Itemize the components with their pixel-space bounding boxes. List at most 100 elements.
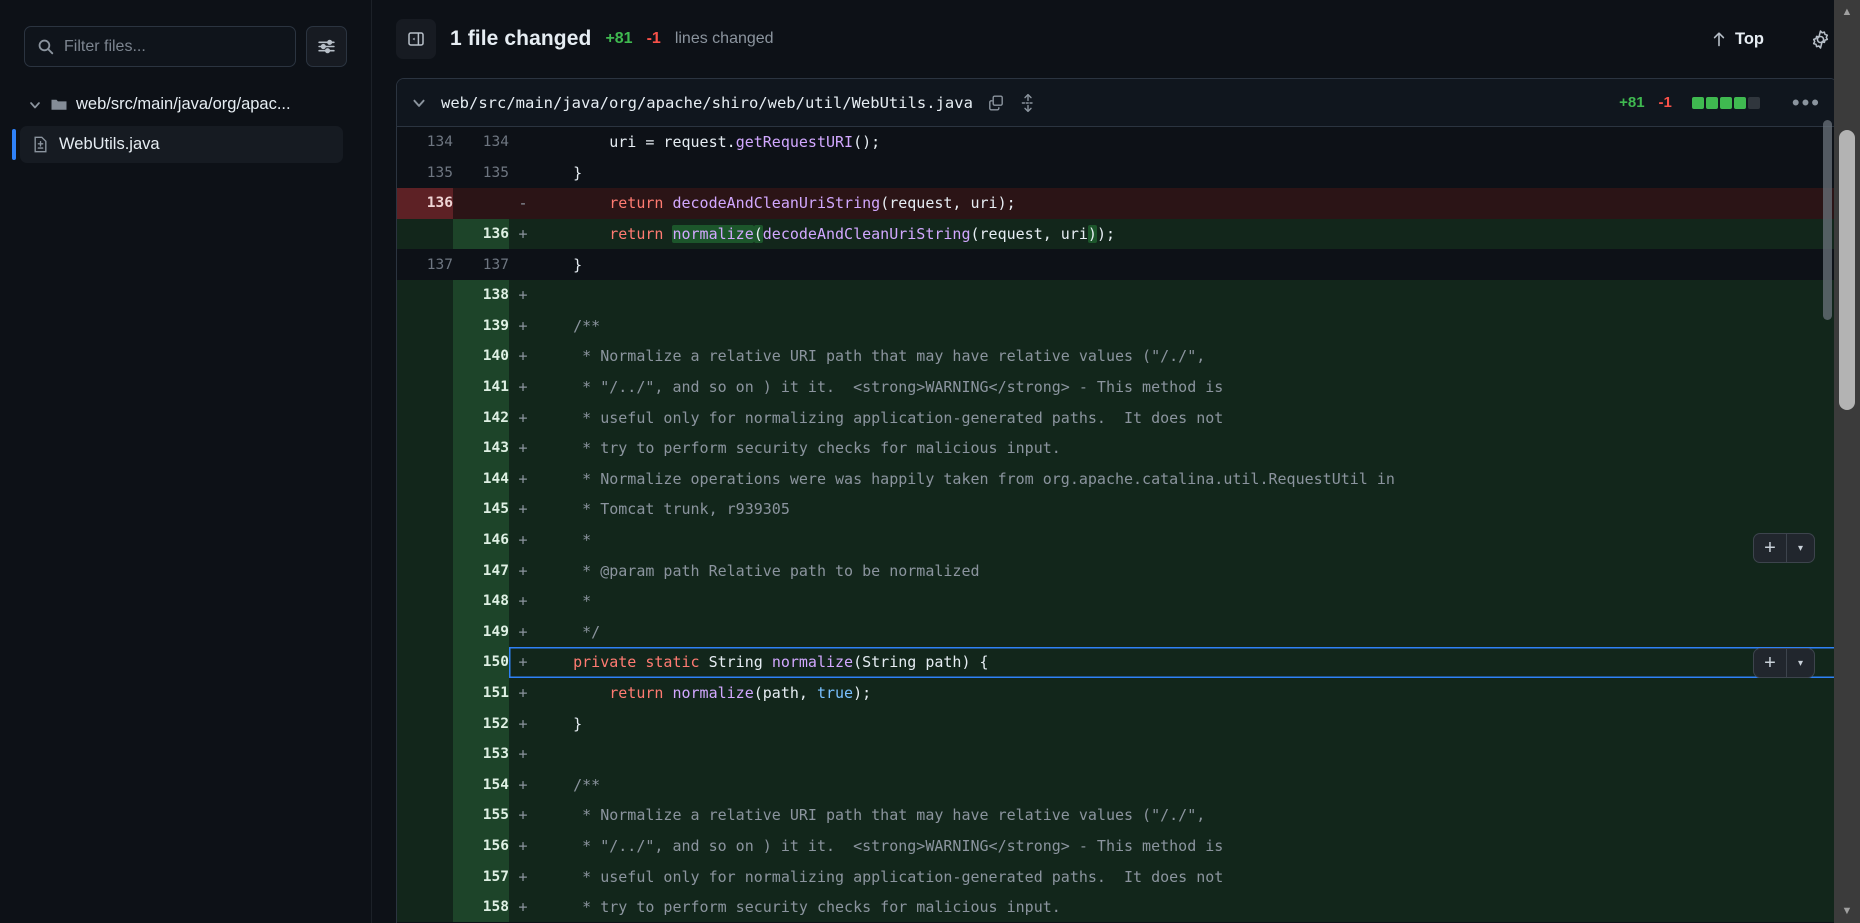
sliders-icon — [317, 37, 336, 56]
diff-line-row[interactable]: 134 134 uri = request.getRequestURI(); — [397, 127, 1837, 158]
diff-code-cell[interactable]: * useful only for normalizing applicatio… — [537, 402, 1837, 433]
tree-folder-row[interactable]: web/src/main/java/org/apac... — [0, 89, 371, 120]
diff-line-row[interactable]: 151 + return normalize(path, true); — [397, 677, 1837, 709]
scrollbar-down-arrow-icon[interactable]: ▼ — [1834, 899, 1860, 923]
diff-code-cell[interactable]: * "/../", and so on ) it it. <strong>WAR… — [537, 830, 1837, 862]
diff-line-row[interactable]: 147 + * @param path Relative path to be n… — [397, 555, 1837, 586]
add-comment-dropdown-icon[interactable]: ▾ — [1786, 534, 1814, 562]
diff-line-row[interactable]: 154 + /** — [397, 769, 1837, 801]
diff-line-row[interactable]: 152 + } — [397, 708, 1837, 739]
scrollbar-up-arrow-icon[interactable]: ▲ — [1834, 0, 1860, 24]
diff-code-cell[interactable]: * — [537, 524, 1837, 556]
sidebar-toggle-button[interactable] — [396, 19, 436, 59]
diff-code-cell[interactable]: uri = request.getRequestURI(); — [537, 127, 1837, 158]
diff-line-row[interactable]: 136 + return normalize(decodeAndCleanUriS… — [397, 218, 1837, 250]
diff-code-cell[interactable]: /** — [537, 310, 1837, 342]
diff-line-row[interactable]: 158 + * try to perform security checks fo… — [397, 891, 1837, 923]
diff-line-row[interactable]: 139 + /** — [397, 310, 1837, 342]
diff-line-row[interactable]: 153 + — [397, 738, 1837, 770]
file-diff-icon — [32, 136, 49, 153]
diff-code-cell[interactable]: * — [537, 585, 1837, 617]
window-scrollbar-thumb[interactable] — [1839, 130, 1855, 410]
diff-line-row[interactable]: 143 + * try to perform security checks fo… — [397, 432, 1837, 464]
diff-code-cell[interactable]: return normalize(decodeAndCleanUriString… — [537, 218, 1837, 250]
unfold-icon[interactable] — [1019, 93, 1037, 113]
diff-code-cell[interactable]: * try to perform security checks for mal… — [537, 891, 1837, 923]
diff-code-cell[interactable]: * Normalize a relative URI path that may… — [537, 800, 1837, 831]
copy-icon[interactable] — [987, 94, 1005, 112]
diff-line-row[interactable]: 149 + */ — [397, 616, 1837, 648]
file-filter-settings-button[interactable] — [306, 26, 347, 67]
diff-code-cell[interactable]: return normalize(path, true); — [537, 677, 1837, 709]
add-comment-dropdown-icon[interactable]: ▾ — [1786, 649, 1814, 677]
kebab-icon[interactable]: ••• — [1792, 91, 1821, 113]
diff-code-cell[interactable]: } — [537, 708, 1837, 739]
diff-code-cell[interactable]: * Normalize operations were was happily … — [537, 463, 1837, 495]
diff-line-row[interactable]: 157 + * useful only for normalizing appli… — [397, 861, 1837, 892]
collapse-file-chevron-icon[interactable] — [411, 95, 427, 111]
filter-files-box[interactable] — [24, 26, 296, 67]
diff-line-row[interactable]: 150 + private static String normalize(Str… — [397, 647, 1837, 678]
diff-marker: + — [509, 616, 537, 648]
diff-marker: + — [509, 463, 537, 495]
diff-code-cell[interactable] — [537, 738, 1837, 770]
line-number-new: 139 — [453, 310, 509, 342]
diff-code-cell[interactable]: * @param path Relative path to be normal… — [537, 555, 1837, 586]
diff-code-cell[interactable]: private static String normalize(String p… — [537, 647, 1837, 678]
diff-code-cell[interactable]: } — [537, 157, 1837, 189]
code-token: decodeAndCleanUriString — [762, 225, 971, 244]
diff-line-row[interactable]: 148 + * — [397, 585, 1837, 617]
header-additions: +81 — [605, 30, 633, 47]
add-comment-widget[interactable]: + ▾ — [1753, 533, 1815, 563]
diff-code-cell[interactable]: * "/../", and so on ) it it. <strong>WAR… — [537, 371, 1837, 403]
diff-code-cell[interactable]: } — [537, 249, 1837, 280]
line-number-new: 150 — [453, 647, 509, 678]
diff-code-cell[interactable]: return decodeAndCleanUriString(request, … — [537, 188, 1837, 219]
diff-code-cell[interactable]: * Normalize a relative URI path that may… — [537, 341, 1837, 372]
code-token: * @param path Relative path to be normal… — [537, 561, 980, 580]
diff-marker: + — [509, 891, 537, 923]
tree-file-label: WebUtils.java — [59, 135, 160, 153]
add-comment-widget[interactable]: + ▾ — [1753, 648, 1815, 678]
diff-code-cell[interactable]: /** — [537, 769, 1837, 801]
diff-line-row[interactable]: 140 + * Normalize a relative URI path tha… — [397, 341, 1837, 372]
diff-code-cell[interactable] — [537, 279, 1837, 311]
diff-code-cell[interactable]: */ — [537, 616, 1837, 648]
diff-line-row[interactable]: 141 + * "/../", and so on ) it it. <stron… — [397, 371, 1837, 403]
diff-marker: + — [509, 494, 537, 525]
diff-code-cell[interactable]: * useful only for normalizing applicatio… — [537, 861, 1837, 892]
diff-marker: + — [509, 647, 537, 678]
diff-line-row[interactable]: 145 + * Tomcat trunk, r939305 — [397, 494, 1837, 525]
content-scrollbar-thumb[interactable] — [1823, 120, 1832, 320]
code-token: normalize — [771, 653, 854, 672]
code-token: * — [537, 531, 592, 550]
diff-line-row[interactable]: 156 + * "/../", and so on ) it it. <stron… — [397, 830, 1837, 862]
content-scrollbar[interactable] — [1822, 0, 1833, 923]
diff-code-cell[interactable]: * try to perform security checks for mal… — [537, 432, 1837, 464]
tree-file-webutils[interactable]: WebUtils.java — [12, 126, 343, 163]
scroll-to-top-button[interactable]: Top — [1703, 24, 1772, 55]
diff-line-row[interactable]: 155 + * Normalize a relative URI path tha… — [397, 800, 1837, 831]
diff-code-cell[interactable]: * Tomcat trunk, r939305 — [537, 494, 1837, 525]
diff-table: 134 134 uri = request.getRequestURI(); 135… — [397, 127, 1837, 923]
file-additions: +81 — [1619, 94, 1645, 111]
line-number-new: 137 — [453, 249, 509, 280]
diff-stat-square — [1691, 96, 1704, 109]
diff-line-row[interactable]: 136 - return decodeAndCleanUriString(requ… — [397, 188, 1837, 219]
diff-line-row[interactable]: 144 + * Normalize operations were was hap… — [397, 463, 1837, 495]
diff-line-row[interactable]: 135 135 } — [397, 157, 1837, 189]
diff-line-row[interactable]: 146 + * — [397, 524, 1837, 556]
add-comment-button[interactable]: + — [1754, 649, 1786, 677]
diff-line-row[interactable]: 137 137 } — [397, 249, 1837, 280]
line-number-old: 134 — [397, 127, 453, 158]
diff-line-row[interactable]: 138 + — [397, 279, 1837, 311]
add-comment-button[interactable]: + — [1754, 534, 1786, 562]
file-path-label: web/src/main/java/org/apache/shiro/web/u… — [441, 93, 973, 112]
window-scrollbar[interactable]: ▲ ▼ — [1834, 0, 1860, 923]
search-input[interactable] — [64, 37, 283, 56]
code-token: * "/../", and so on ) it it. <strong>WAR… — [537, 836, 1224, 855]
chevron-down-icon[interactable] — [28, 98, 42, 112]
diff-line-row[interactable]: 142 + * useful only for normalizing appli… — [397, 402, 1837, 433]
line-number-new: 147 — [453, 555, 509, 586]
code-token: (request, uri — [970, 225, 1088, 244]
